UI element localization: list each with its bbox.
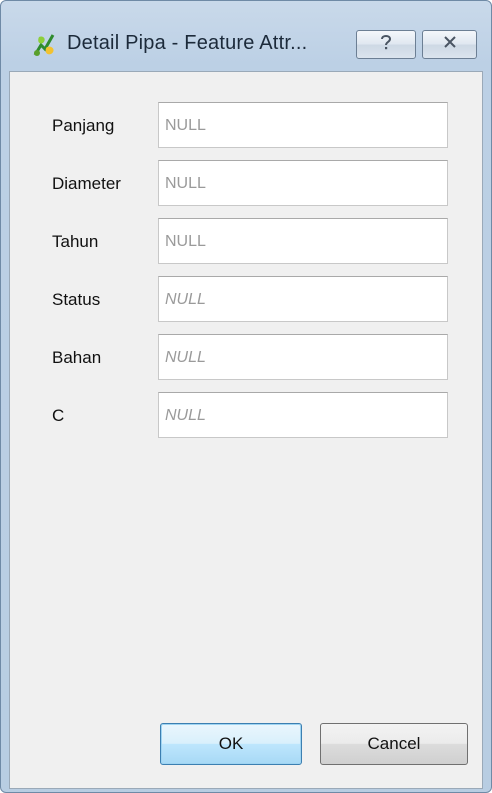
- dialog-title: Detail Pipa - Feature Attr...: [67, 32, 308, 54]
- field-label-panjang: Panjang: [52, 116, 115, 135]
- close-icon: [442, 35, 458, 54]
- field-label-c: C: [52, 406, 65, 425]
- qgis-icon: [31, 31, 59, 59]
- diameter-input[interactable]: NULL: [158, 160, 448, 206]
- field-label-diameter: Diameter: [52, 174, 121, 193]
- feature-attributes-dialog: Detail Pipa - Feature Attr... Panjang NU…: [0, 0, 492, 793]
- cancel-button[interactable]: Cancel: [320, 723, 468, 765]
- help-icon: [378, 33, 394, 56]
- form-row-tahun: Tahun NULL: [10, 218, 482, 266]
- form-row-diameter: Diameter NULL: [10, 160, 482, 208]
- help-button[interactable]: [356, 30, 416, 59]
- close-button[interactable]: [422, 30, 477, 59]
- form-row-bahan: Bahan NULL: [10, 334, 482, 382]
- form-row-panjang: Panjang NULL: [10, 102, 482, 150]
- panjang-input[interactable]: NULL: [158, 102, 448, 148]
- field-label-status: Status: [52, 290, 101, 309]
- c-input[interactable]: NULL: [158, 392, 448, 438]
- tahun-input[interactable]: NULL: [158, 218, 448, 264]
- form-row-status: Status NULL: [10, 276, 482, 324]
- status-input[interactable]: NULL: [158, 276, 448, 322]
- ok-button[interactable]: OK: [160, 723, 302, 765]
- title-bar[interactable]: Detail Pipa - Feature Attr...: [1, 1, 491, 71]
- field-label-bahan: Bahan: [52, 348, 102, 367]
- bahan-input[interactable]: NULL: [158, 334, 448, 380]
- field-label-tahun: Tahun: [52, 232, 99, 251]
- form-area: Panjang NULL Diameter NULL Tahun NULL St…: [9, 71, 483, 789]
- form-row-c: C NULL: [10, 392, 482, 440]
